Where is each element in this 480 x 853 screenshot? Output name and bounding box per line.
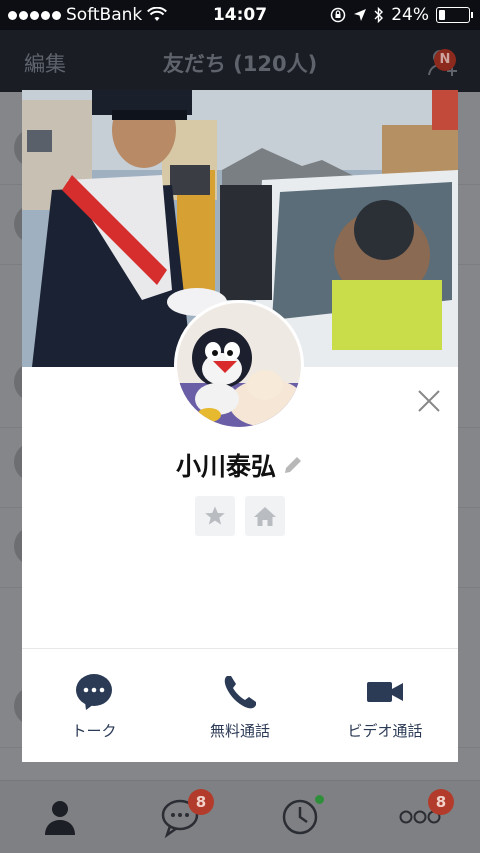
star-icon — [205, 506, 225, 525]
nav-bar: 編集 友だち (120人) N — [0, 30, 480, 92]
profile-quick-icons — [22, 496, 458, 536]
rotation-lock-icon — [330, 7, 346, 23]
talk-label: トーク — [71, 722, 117, 740]
avatar-image — [177, 303, 301, 427]
page-title: 友だち (120人) — [162, 52, 318, 76]
free-call-button[interactable]: 無料通話 — [175, 672, 305, 741]
tab-friends[interactable] — [38, 795, 82, 839]
talk-button[interactable]: トーク — [29, 672, 159, 741]
close-icon[interactable] — [416, 388, 442, 414]
video-call-label: ビデオ通話 — [347, 722, 423, 740]
profile-name: 小川泰弘 — [175, 452, 276, 481]
favorite-button[interactable] — [195, 496, 235, 536]
battery-percent: 24% — [391, 5, 429, 25]
tab-chats[interactable]: 8 — [158, 789, 214, 839]
video-camera-icon — [367, 682, 403, 702]
battery-icon — [436, 7, 473, 23]
home-icon — [254, 507, 276, 526]
new-badge: N — [434, 49, 456, 71]
edit-name-pencil-icon[interactable] — [282, 454, 304, 476]
free-call-label: 無料通話 — [209, 722, 270, 740]
action-divider — [22, 648, 458, 649]
location-icon — [354, 9, 367, 21]
profile-avatar[interactable] — [174, 300, 304, 430]
tab-timeline[interactable] — [278, 795, 324, 839]
status-bar: SoftBank 14:07 24% — [0, 0, 480, 30]
profile-name-row: 小川泰弘 — [22, 447, 458, 483]
person-icon — [45, 801, 75, 835]
add-friend-button[interactable]: N — [426, 44, 462, 80]
profile-card: 小川泰弘 トーク 無料通話 ビデオ通話 — [22, 90, 458, 762]
timeline-dot — [315, 795, 324, 804]
bluetooth-icon — [374, 7, 384, 23]
video-call-button[interactable]: ビデオ通話 — [320, 672, 450, 741]
chat-bubble-icon — [76, 674, 112, 710]
tab-more[interactable]: 8 — [398, 789, 454, 839]
phone-icon — [224, 676, 256, 709]
more-badge: 8 — [428, 789, 454, 815]
chats-badge: 8 — [188, 789, 214, 815]
home-button[interactable] — [245, 496, 285, 536]
tab-bar: 8 8 — [0, 780, 480, 853]
